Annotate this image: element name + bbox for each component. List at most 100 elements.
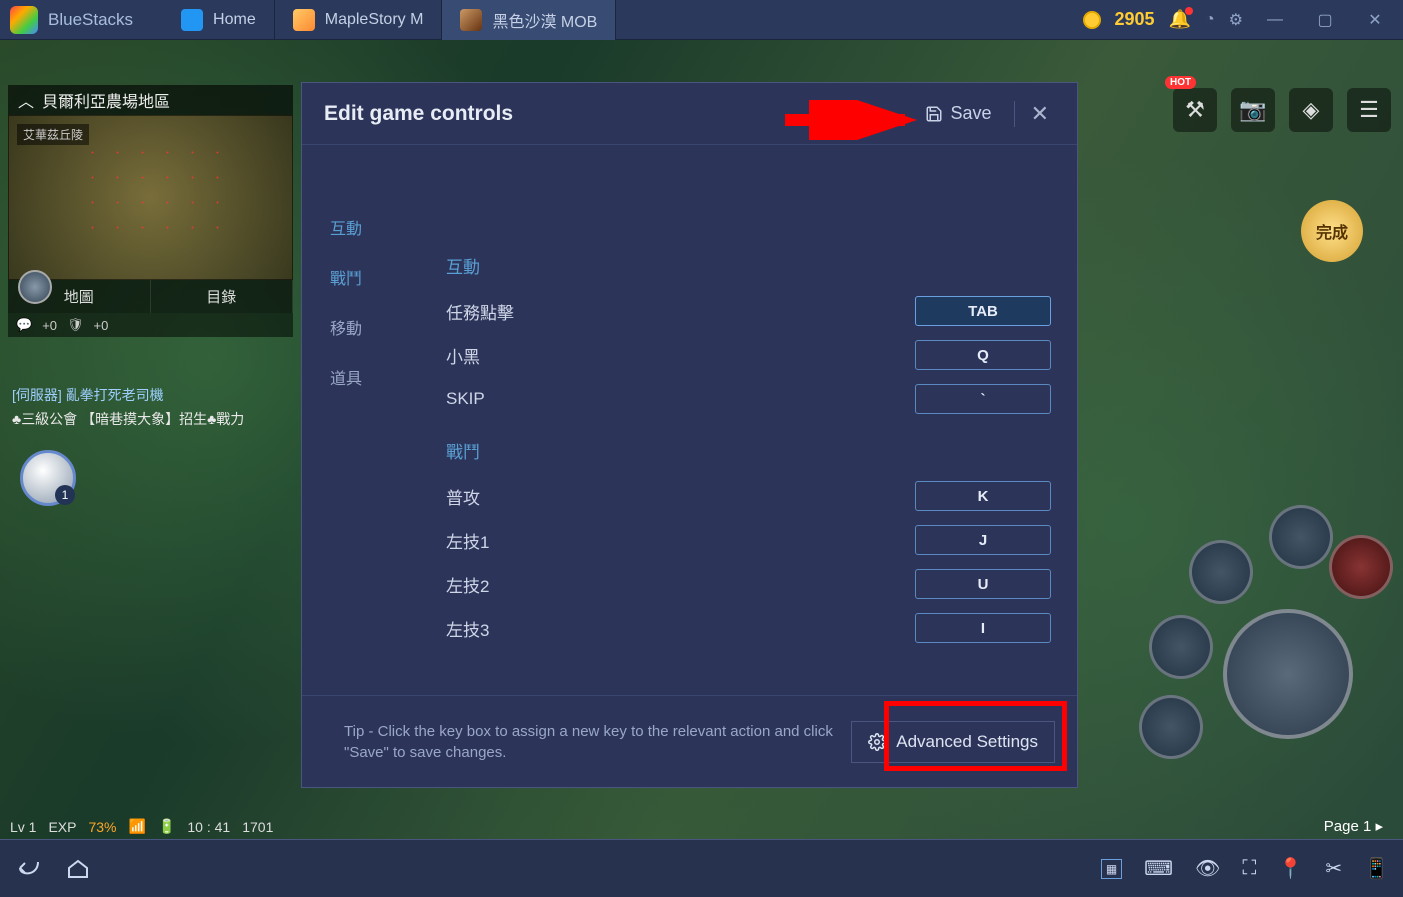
control-label: 任務點擊: [446, 299, 915, 324]
tab-label: 黑色沙漠 MOB: [492, 8, 597, 32]
chat-line: [伺服器] 亂拳打死老司機: [12, 385, 244, 405]
game-status-bar: Lv 1 EXP 73% 📶 🔋 10 : 41 1701: [10, 818, 273, 835]
close-button[interactable]: ✕: [1357, 6, 1393, 34]
control-row: 任務點擊TAB: [446, 296, 1051, 326]
hud-menu-icon[interactable]: ☰: [1347, 88, 1391, 132]
date-value: 1701: [242, 819, 273, 835]
key-input[interactable]: TAB: [915, 296, 1051, 326]
sidenav-item[interactable]: 移動: [330, 315, 414, 339]
wifi-icon: 📶: [129, 818, 146, 835]
dialog-sidenav: 互動 戰鬥 移動 道具: [302, 145, 414, 695]
main-attack-button[interactable]: [1223, 609, 1353, 739]
save-button[interactable]: Save: [913, 99, 1004, 128]
time-value: 10 : 41: [187, 819, 230, 835]
control-label: 普攻: [446, 484, 915, 509]
control-row: 左技1J: [446, 525, 1051, 555]
sidenav-item[interactable]: 互動: [330, 215, 414, 239]
back-icon[interactable]: [14, 858, 42, 880]
skill-button[interactable]: [1139, 695, 1203, 759]
keyboard-icon[interactable]: ⌨: [1144, 856, 1173, 881]
complete-badge[interactable]: 完成: [1301, 200, 1363, 262]
level-label: Lv 1: [10, 819, 36, 835]
skill-button[interactable]: [1269, 505, 1333, 569]
avatar-badge: 1: [55, 485, 75, 505]
keymap-display-icon[interactable]: ▦: [1101, 859, 1122, 879]
eye-icon[interactable]: 👁: [1195, 856, 1220, 881]
scissors-icon[interactable]: ✂: [1325, 856, 1342, 881]
close-icon[interactable]: ✕: [1025, 97, 1055, 131]
bluestacks-logo: [10, 6, 38, 34]
save-label: Save: [951, 103, 992, 124]
chat-line: ♣三級公會 【暗巷摸大象】招生♣戰力: [12, 409, 244, 429]
tab-maplestory[interactable]: MapleStory M: [275, 0, 443, 40]
stat-value: +0: [42, 318, 57, 333]
controls-scroll-area[interactable]: 互動 任務點擊TAB 小黑Q SKIP` 戰鬥 普攻K 左技1J 左技2U 左技…: [414, 145, 1077, 695]
brand-name: BlueStacks: [48, 10, 133, 30]
section-title: 互動: [446, 253, 1051, 278]
battery-icon: 🔋: [158, 818, 175, 835]
chevron-up-icon: ︿: [18, 88, 34, 112]
control-row: 左技3I: [446, 613, 1051, 643]
chat-icon: 💬: [16, 317, 32, 333]
section-title: 戰鬥: [446, 438, 1051, 463]
control-row: SKIP`: [446, 384, 1051, 414]
edit-controls-dialog: Edit game controls Save ✕ 互動 戰鬥 移動 道具 互動…: [301, 82, 1078, 788]
coin-icon: [1083, 11, 1101, 29]
fullscreen-icon[interactable]: ⛶: [1242, 857, 1256, 880]
hud-tools-icon[interactable]: HOT⚒: [1173, 88, 1217, 132]
maplestory-icon: [293, 9, 315, 31]
control-row: 普攻K: [446, 481, 1051, 511]
exp-label: EXP: [48, 819, 76, 835]
skill-button[interactable]: [1149, 615, 1213, 679]
minimap-title: 貝爾利亞農場地區: [42, 88, 170, 112]
hud-camera-icon[interactable]: 📷: [1231, 88, 1275, 132]
key-input[interactable]: K: [915, 481, 1051, 511]
dialog-footer: Tip - Click the key box to assign a new …: [302, 695, 1077, 787]
control-row: 小黑Q: [446, 340, 1051, 370]
tab-label: MapleStory M: [325, 11, 424, 29]
annotation-arrow: [780, 100, 920, 140]
tab-label: Home: [213, 11, 256, 29]
hud-warning-icon[interactable]: ◈: [1289, 88, 1333, 132]
key-input[interactable]: I: [915, 613, 1051, 643]
key-input[interactable]: U: [915, 569, 1051, 599]
settings-gear-icon[interactable]: ⚙: [1229, 10, 1243, 30]
key-input[interactable]: J: [915, 525, 1051, 555]
player-avatar[interactable]: 1: [20, 450, 76, 506]
minimap-body[interactable]: 艾華茲丘陵: [8, 115, 293, 280]
minimap-region-label: 艾華茲丘陵: [17, 124, 89, 145]
advanced-settings-label: Advanced Settings: [896, 732, 1038, 752]
sidenav-item[interactable]: 戰鬥: [330, 265, 414, 289]
save-icon: [925, 105, 943, 123]
exp-percent: 73%: [88, 819, 116, 835]
sidenav-item[interactable]: 道具: [330, 365, 414, 389]
skill-button[interactable]: [1189, 540, 1253, 604]
minimize-button[interactable]: —: [1257, 6, 1293, 34]
hot-badge: HOT: [1165, 76, 1196, 89]
shake-icon[interactable]: 📱: [1364, 856, 1389, 881]
dialog-header: Edit game controls Save ✕: [302, 83, 1077, 145]
globe-icon[interactable]: [18, 270, 52, 304]
minimap-stats: 💬+0 🛡+0: [8, 313, 293, 337]
control-label: 小黑: [446, 343, 915, 368]
location-icon[interactable]: 📍: [1278, 856, 1303, 881]
advanced-settings-button[interactable]: Advanced Settings: [851, 721, 1055, 763]
dialog-title: Edit game controls: [324, 102, 513, 126]
maximize-button[interactable]: ▢: [1307, 6, 1343, 34]
minimap-header[interactable]: ︿ 貝爾利亞農場地區: [8, 85, 293, 115]
coin-value: 2905: [1115, 9, 1155, 30]
tab-home[interactable]: Home: [163, 0, 275, 40]
key-input[interactable]: `: [915, 384, 1051, 414]
skill-button[interactable]: [1329, 535, 1393, 599]
home-icon: [181, 9, 203, 31]
control-label: 左技2: [446, 572, 915, 597]
notification-bell-icon[interactable]: 🔔: [1169, 9, 1191, 30]
dialog-body: 互動 戰鬥 移動 道具 互動 任務點擊TAB 小黑Q SKIP` 戰鬥 普攻K …: [302, 145, 1077, 695]
key-input[interactable]: Q: [915, 340, 1051, 370]
home-icon[interactable]: [66, 859, 90, 879]
tab-blackdesert[interactable]: 黑色沙漠 MOB: [442, 0, 616, 40]
account-icon[interactable]: ◔: [1205, 11, 1215, 29]
minimap-list-button[interactable]: 目錄: [151, 280, 294, 313]
page-indicator: Page 1 ▸: [1324, 817, 1383, 835]
control-label: 左技1: [446, 528, 915, 553]
